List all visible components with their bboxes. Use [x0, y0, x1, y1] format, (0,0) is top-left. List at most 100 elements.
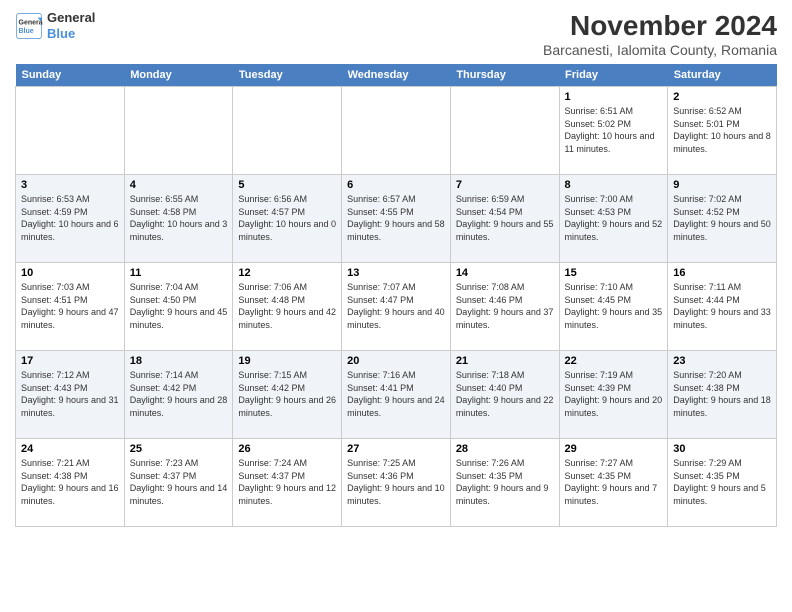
- calendar-body: 1 Sunrise: 6:51 AM Sunset: 5:02 PM Daylig…: [16, 87, 777, 527]
- calendar-cell-3-1: 18 Sunrise: 7:14 AM Sunset: 4:42 PM Dayli…: [124, 351, 233, 439]
- day-number-4-1: 25: [130, 443, 228, 455]
- day-info-1-4: Sunrise: 6:59 AM Sunset: 4:54 PM Dayligh…: [456, 193, 554, 243]
- day-info-1-2: Sunrise: 6:56 AM Sunset: 4:57 PM Dayligh…: [238, 193, 336, 243]
- calendar-cell-4-4: 28 Sunrise: 7:26 AM Sunset: 4:35 PM Dayli…: [450, 439, 559, 527]
- day-number-2-6: 16: [673, 267, 771, 279]
- calendar-cell-4-6: 30 Sunrise: 7:29 AM Sunset: 4:35 PM Dayli…: [668, 439, 777, 527]
- calendar-cell-4-3: 27 Sunrise: 7:25 AM Sunset: 4:36 PM Dayli…: [342, 439, 451, 527]
- calendar-cell-4-1: 25 Sunrise: 7:23 AM Sunset: 4:37 PM Dayli…: [124, 439, 233, 527]
- calendar-cell-0-2: [233, 87, 342, 175]
- calendar-cell-2-0: 10 Sunrise: 7:03 AM Sunset: 4:51 PM Dayli…: [16, 263, 125, 351]
- day-number-4-6: 30: [673, 443, 771, 455]
- day-info-4-3: Sunrise: 7:25 AM Sunset: 4:36 PM Dayligh…: [347, 457, 445, 507]
- day-info-3-6: Sunrise: 7:20 AM Sunset: 4:38 PM Dayligh…: [673, 369, 771, 419]
- day-info-4-0: Sunrise: 7:21 AM Sunset: 4:38 PM Dayligh…: [21, 457, 119, 507]
- calendar-cell-1-0: 3Sunrise: 6:53 AM Sunset: 4:59 PM Daylig…: [16, 175, 125, 263]
- day-number-4-4: 28: [456, 443, 554, 455]
- day-info-1-5: Sunrise: 7:00 AM Sunset: 4:53 PM Dayligh…: [565, 193, 663, 243]
- logo: General Blue General Blue: [15, 10, 95, 41]
- logo-general: General: [47, 10, 95, 26]
- day-info-0-6: Sunrise: 6:52 AM Sunset: 5:01 PM Dayligh…: [673, 105, 771, 155]
- day-number-1-3: 6: [347, 179, 445, 191]
- day-info-2-0: Sunrise: 7:03 AM Sunset: 4:51 PM Dayligh…: [21, 281, 119, 331]
- calendar-cell-1-3: 6 Sunrise: 6:57 AM Sunset: 4:55 PM Daylig…: [342, 175, 451, 263]
- header: General Blue General Blue November 2024 …: [15, 10, 777, 58]
- day-info-4-2: Sunrise: 7:24 AM Sunset: 4:37 PM Dayligh…: [238, 457, 336, 507]
- day-number-1-4: 7: [456, 179, 554, 191]
- calendar-cell-0-5: 1 Sunrise: 6:51 AM Sunset: 5:02 PM Daylig…: [559, 87, 668, 175]
- day-number-2-1: 11: [130, 267, 228, 279]
- day-number-1-2: 5: [238, 179, 336, 191]
- day-number-0-6: 2: [673, 91, 771, 103]
- week-row-0: 1 Sunrise: 6:51 AM Sunset: 5:02 PM Daylig…: [16, 87, 777, 175]
- day-info-2-3: Sunrise: 7:07 AM Sunset: 4:47 PM Dayligh…: [347, 281, 445, 331]
- calendar-cell-4-0: 24 Sunrise: 7:21 AM Sunset: 4:38 PM Dayli…: [16, 439, 125, 527]
- page-subtitle: Barcanesti, Ialomita County, Romania: [543, 42, 777, 58]
- header-thursday: Thursday: [450, 64, 559, 87]
- calendar-cell-2-6: 16Sunrise: 7:11 AM Sunset: 4:44 PM Dayli…: [668, 263, 777, 351]
- day-number-1-6: 9: [673, 179, 771, 191]
- day-info-1-3: Sunrise: 6:57 AM Sunset: 4:55 PM Dayligh…: [347, 193, 445, 243]
- day-number-4-0: 24: [21, 443, 119, 455]
- calendar-cell-1-1: 4 Sunrise: 6:55 AM Sunset: 4:58 PM Daylig…: [124, 175, 233, 263]
- day-number-2-0: 10: [21, 267, 119, 279]
- calendar-cell-2-4: 14Sunrise: 7:08 AM Sunset: 4:46 PM Dayli…: [450, 263, 559, 351]
- week-row-3: 17Sunrise: 7:12 AM Sunset: 4:43 PM Dayli…: [16, 351, 777, 439]
- calendar-cell-3-4: 21Sunrise: 7:18 AM Sunset: 4:40 PM Dayli…: [450, 351, 559, 439]
- day-info-4-5: Sunrise: 7:27 AM Sunset: 4:35 PM Dayligh…: [565, 457, 663, 507]
- calendar-cell-1-2: 5 Sunrise: 6:56 AM Sunset: 4:57 PM Daylig…: [233, 175, 342, 263]
- day-number-2-3: 13: [347, 267, 445, 279]
- calendar-cell-2-5: 15 Sunrise: 7:10 AM Sunset: 4:45 PM Dayli…: [559, 263, 668, 351]
- logo-blue: Blue: [47, 26, 95, 42]
- day-info-2-4: Sunrise: 7:08 AM Sunset: 4:46 PM Dayligh…: [456, 281, 554, 331]
- day-info-1-1: Sunrise: 6:55 AM Sunset: 4:58 PM Dayligh…: [130, 193, 228, 243]
- calendar-cell-0-1: [124, 87, 233, 175]
- day-number-2-5: 15: [565, 267, 663, 279]
- page-title: November 2024: [543, 10, 777, 42]
- day-info-2-2: Sunrise: 7:06 AM Sunset: 4:48 PM Dayligh…: [238, 281, 336, 331]
- day-number-3-0: 17: [21, 355, 119, 367]
- logo-icon: General Blue: [15, 12, 43, 40]
- day-info-4-4: Sunrise: 7:26 AM Sunset: 4:35 PM Dayligh…: [456, 457, 554, 507]
- day-info-3-1: Sunrise: 7:14 AM Sunset: 4:42 PM Dayligh…: [130, 369, 228, 419]
- week-row-1: 3Sunrise: 6:53 AM Sunset: 4:59 PM Daylig…: [16, 175, 777, 263]
- header-wednesday: Wednesday: [342, 64, 451, 87]
- title-section: November 2024 Barcanesti, Ialomita Count…: [543, 10, 777, 58]
- day-info-2-1: Sunrise: 7:04 AM Sunset: 4:50 PM Dayligh…: [130, 281, 228, 331]
- day-info-1-0: Sunrise: 6:53 AM Sunset: 4:59 PM Dayligh…: [21, 193, 119, 243]
- page: General Blue General Blue November 2024 …: [0, 0, 792, 612]
- day-info-3-3: Sunrise: 7:16 AM Sunset: 4:41 PM Dayligh…: [347, 369, 445, 419]
- day-number-4-5: 29: [565, 443, 663, 455]
- header-monday: Monday: [124, 64, 233, 87]
- calendar-cell-0-6: 2 Sunrise: 6:52 AM Sunset: 5:01 PM Daylig…: [668, 87, 777, 175]
- calendar-cell-4-2: 26 Sunrise: 7:24 AM Sunset: 4:37 PM Dayli…: [233, 439, 342, 527]
- svg-text:General: General: [19, 19, 44, 26]
- day-number-3-5: 22: [565, 355, 663, 367]
- day-number-1-1: 4: [130, 179, 228, 191]
- day-info-1-6: Sunrise: 7:02 AM Sunset: 4:52 PM Dayligh…: [673, 193, 771, 243]
- calendar-cell-0-0: [16, 87, 125, 175]
- calendar-table: Sunday Monday Tuesday Wednesday Thursday…: [15, 64, 777, 527]
- day-info-4-1: Sunrise: 7:23 AM Sunset: 4:37 PM Dayligh…: [130, 457, 228, 507]
- day-info-0-5: Sunrise: 6:51 AM Sunset: 5:02 PM Dayligh…: [565, 105, 663, 155]
- calendar-cell-0-4: [450, 87, 559, 175]
- day-number-3-1: 18: [130, 355, 228, 367]
- calendar-cell-3-3: 20Sunrise: 7:16 AM Sunset: 4:41 PM Dayli…: [342, 351, 451, 439]
- week-row-2: 10 Sunrise: 7:03 AM Sunset: 4:51 PM Dayli…: [16, 263, 777, 351]
- day-number-2-2: 12: [238, 267, 336, 279]
- day-number-4-2: 26: [238, 443, 336, 455]
- calendar-cell-3-2: 19Sunrise: 7:15 AM Sunset: 4:42 PM Dayli…: [233, 351, 342, 439]
- calendar-cell-4-5: 29 Sunrise: 7:27 AM Sunset: 4:35 PM Dayli…: [559, 439, 668, 527]
- calendar-cell-1-5: 8 Sunrise: 7:00 AM Sunset: 4:53 PM Daylig…: [559, 175, 668, 263]
- calendar-cell-1-4: 7 Sunrise: 6:59 AM Sunset: 4:54 PM Daylig…: [450, 175, 559, 263]
- day-number-3-2: 19: [238, 355, 336, 367]
- day-number-1-5: 8: [565, 179, 663, 191]
- day-info-4-6: Sunrise: 7:29 AM Sunset: 4:35 PM Dayligh…: [673, 457, 771, 507]
- header-sunday: Sunday: [16, 64, 125, 87]
- day-number-0-5: 1: [565, 91, 663, 103]
- day-info-2-5: Sunrise: 7:10 AM Sunset: 4:45 PM Dayligh…: [565, 281, 663, 331]
- calendar-cell-2-1: 11 Sunrise: 7:04 AM Sunset: 4:50 PM Dayli…: [124, 263, 233, 351]
- calendar-cell-3-0: 17Sunrise: 7:12 AM Sunset: 4:43 PM Dayli…: [16, 351, 125, 439]
- day-number-4-3: 27: [347, 443, 445, 455]
- header-friday: Friday: [559, 64, 668, 87]
